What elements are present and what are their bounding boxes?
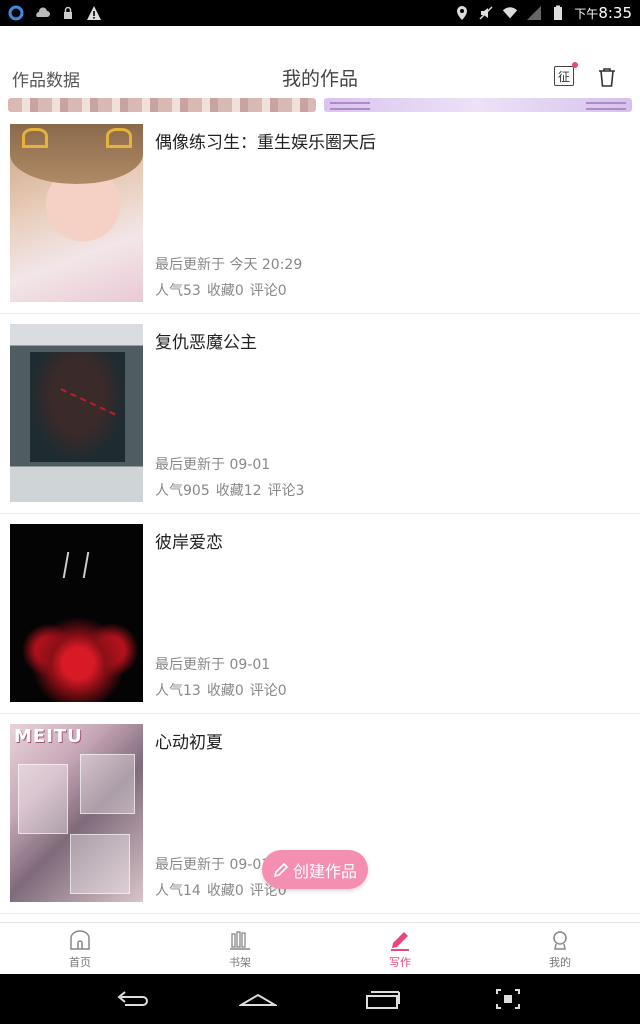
time-prefix: 下午 [574, 7, 599, 21]
cloud-icon [34, 5, 50, 21]
notification-dot [572, 62, 578, 68]
tab-home[interactable]: 首页 [0, 923, 160, 974]
system-nav-bar [0, 974, 640, 1024]
popularity: 人气14 [155, 883, 201, 899]
cover-image[interactable] [10, 524, 143, 702]
favorites: 收藏0 [206, 883, 244, 899]
last-updated: 最后更新于 09-01 [155, 657, 271, 673]
bookshelf-icon [228, 928, 252, 952]
signal-icon [526, 5, 542, 21]
header: 作品数据 我的作品 征 [0, 26, 640, 100]
certificate-icon[interactable]: 征 [554, 62, 578, 86]
create-work-label: 创建作品 [292, 861, 357, 881]
last-updated: 最后更新于 09-01 [155, 457, 271, 473]
profile-icon [548, 928, 572, 952]
work-item[interactable]: 偶像练习生：重生娱乐圈天后 最后更新于 今天 20:29 人气53 收藏0 评论… [0, 114, 640, 314]
location-icon [454, 5, 470, 21]
back-icon[interactable] [113, 984, 153, 1014]
pencil-icon [273, 862, 289, 878]
work-item[interactable]: 彼岸爱恋 最后更新于 09-01 人气13 收藏0 评论0 [0, 514, 640, 714]
pencil-icon [388, 928, 412, 952]
work-title: 偶像练习生：重生娱乐圈天后 [155, 133, 376, 153]
favorites: 收藏0 [206, 283, 244, 299]
mute-icon [478, 5, 494, 21]
home-nav-icon[interactable] [238, 984, 278, 1014]
tab-bookshelf[interactable]: 书架 [160, 923, 320, 974]
favorites: 收藏0 [206, 683, 244, 699]
last-updated: 最后更新于 09-01 [155, 857, 271, 873]
certificate-glyph: 征 [557, 69, 570, 84]
work-title: 复仇恶魔公主 [155, 333, 257, 353]
cover-image[interactable] [10, 324, 143, 502]
cover-image[interactable]: MEITU [10, 724, 143, 902]
popularity: 人气53 [155, 283, 201, 299]
clock: 8:35 [598, 4, 632, 22]
screenshot-icon[interactable] [488, 984, 528, 1014]
work-title: 彼岸爱恋 [155, 533, 223, 553]
recents-icon[interactable] [363, 984, 403, 1014]
warning-icon [86, 5, 102, 21]
floral-border [8, 98, 316, 112]
favorites: 收藏12 [215, 483, 262, 499]
tab-label: 我的 [549, 955, 571, 969]
status-bar: 下午8:35 [0, 0, 640, 26]
create-work-button[interactable]: 创建作品 [262, 850, 368, 889]
last-updated: 最后更新于 今天 20:29 [155, 257, 303, 273]
lock-icon [60, 5, 76, 21]
decorative-banner [8, 98, 632, 112]
tab-profile[interactable]: 我的 [480, 923, 640, 974]
comments: 评论3 [267, 483, 305, 499]
comments: 评论0 [249, 283, 287, 299]
home-icon [68, 928, 92, 952]
tab-label: 书架 [229, 955, 251, 969]
page-title: 我的作品 [281, 68, 358, 90]
battery-icon [550, 5, 566, 21]
works-list: 偶像练习生：重生娱乐圈天后 最后更新于 今天 20:29 人气53 收藏0 评论… [0, 114, 640, 914]
lavender-border [324, 98, 632, 112]
bottom-tab-bar: 首页 书架 写作 我的 [0, 922, 640, 974]
popularity: 人气905 [155, 483, 210, 499]
work-stats: 人气53 收藏0 评论0 [155, 280, 287, 300]
wifi-icon [502, 5, 518, 21]
trash-icon[interactable] [596, 66, 618, 88]
work-item[interactable]: 复仇恶魔公主 最后更新于 09-01 人气905 收藏12 评论3 [0, 314, 640, 514]
cover-text: MEITU [14, 726, 83, 747]
cover-image[interactable] [10, 124, 143, 302]
tab-label: 写作 [389, 955, 411, 969]
app-notification-icon [8, 5, 24, 21]
tab-write[interactable]: 写作 [320, 923, 480, 974]
work-stats: 人气905 收藏12 评论3 [155, 480, 304, 500]
work-title: 心动初夏 [155, 733, 223, 753]
popularity: 人气13 [155, 683, 201, 699]
work-stats: 人气13 收藏0 评论0 [155, 680, 287, 700]
comments: 评论0 [249, 683, 287, 699]
tab-label: 首页 [69, 955, 91, 969]
